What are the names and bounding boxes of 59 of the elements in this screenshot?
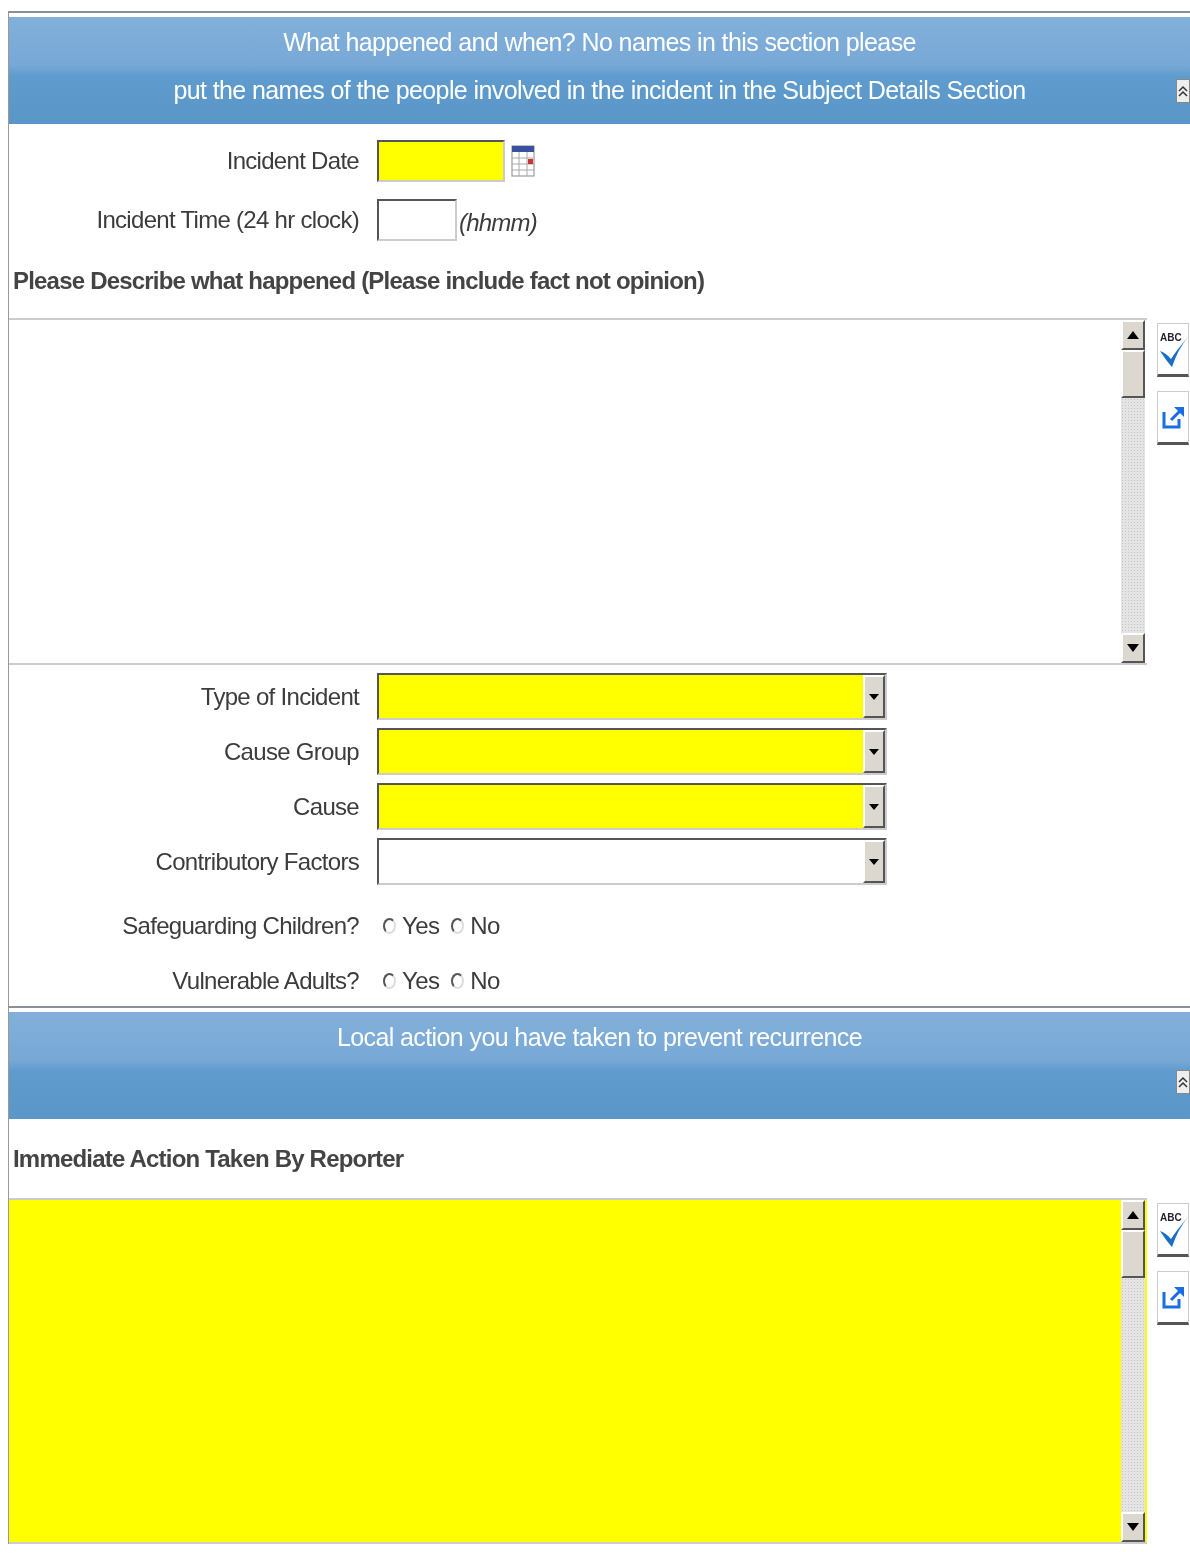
expand-button[interactable] [1157, 1271, 1189, 1325]
field-label: Incident Date [225, 147, 360, 175]
dropdown-arrow-button[interactable] [863, 675, 885, 718]
dropdown[interactable] [377, 728, 887, 775]
scroll-up-button[interactable] [1121, 1200, 1145, 1230]
caret-icon [869, 803, 879, 810]
option-label: No [470, 967, 500, 995]
field-label: Cause Group [222, 737, 360, 766]
section-title: Local action you have taken to prevent recurrence [336, 1022, 863, 1053]
field-label: Contributory Factors [154, 847, 360, 876]
down-arrow-icon [1127, 1523, 1139, 1531]
up-arrow-icon [1127, 331, 1139, 339]
caret-icon [869, 748, 879, 755]
radio-button[interactable] [383, 973, 396, 989]
dropdown-arrow-button[interactable] [863, 840, 885, 883]
date-field[interactable] [377, 140, 505, 182]
dropdown[interactable] [377, 838, 887, 885]
calendar-icon[interactable] [511, 145, 535, 177]
field-label: Type of Incident [199, 682, 361, 711]
scrollbar[interactable] [1121, 1200, 1145, 1542]
scroll-up-button[interactable] [1121, 320, 1145, 350]
double-chevron-up-icon [1178, 1076, 1188, 1088]
radio-button[interactable] [451, 918, 465, 934]
radio-button[interactable] [383, 918, 396, 934]
caret-icon [869, 693, 879, 700]
field-heading: Immediate Action Taken By Reporter [12, 1144, 405, 1174]
caret-icon [869, 858, 879, 865]
field-label: Safeguarding Children? [121, 912, 360, 940]
option-label: Yes [402, 967, 440, 995]
field-label: Cause [292, 792, 360, 821]
dropdown-arrow-button[interactable] [863, 730, 885, 773]
spell-check-button[interactable]: ABC [1157, 1203, 1189, 1257]
section-title: put the names of the people involved in the incident in the Subject Details Section [173, 75, 1026, 106]
expand-icon [1161, 1284, 1185, 1310]
spell-check-button[interactable]: ABC [1157, 323, 1189, 377]
radio-button[interactable] [451, 973, 465, 989]
dropdown[interactable] [377, 673, 887, 720]
scroll-thumb[interactable] [1121, 1230, 1145, 1278]
section-title: What happened and when? No names in this section please [283, 27, 916, 58]
collapse-button[interactable] [1176, 1070, 1190, 1094]
field-label: Vulnerable Adults? [171, 967, 360, 995]
scroll-down-button[interactable] [1121, 633, 1145, 663]
format-hint: (hhmm) [459, 208, 537, 237]
dropdown[interactable] [377, 783, 887, 830]
scrollbar[interactable] [1121, 320, 1145, 663]
dropdown-arrow-button[interactable] [863, 785, 885, 828]
up-arrow-icon [1127, 1211, 1139, 1219]
scroll-down-button[interactable] [1121, 1512, 1145, 1542]
field-heading: Please Describe what happened (Please include fact not opinion) [12, 266, 706, 296]
time-field[interactable] [377, 199, 457, 241]
field-label: Incident Time (24 hr clock) [95, 206, 360, 234]
expand-icon [1161, 404, 1185, 430]
option-label: No [470, 912, 500, 940]
scroll-thumb[interactable] [1121, 350, 1145, 398]
down-arrow-icon [1127, 644, 1139, 652]
option-label: Yes [402, 912, 440, 940]
expand-button[interactable] [1157, 391, 1189, 445]
collapse-button[interactable] [1176, 79, 1190, 103]
double-chevron-up-icon [1178, 85, 1188, 97]
